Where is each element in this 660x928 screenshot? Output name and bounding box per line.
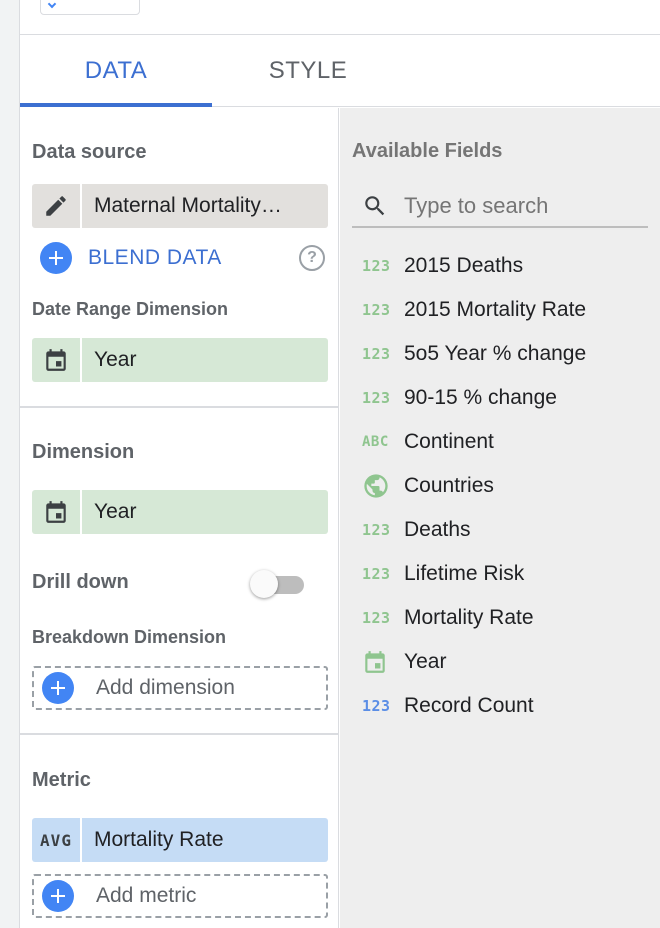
field-item[interactable]: 123 Lifetime Risk	[352, 552, 652, 596]
dimension-label: Dimension	[32, 441, 135, 463]
field-item[interactable]: 123 2015 Mortality Rate	[352, 288, 652, 332]
add-dimension-label: Add dimension	[96, 676, 235, 699]
add-metric-label: Add metric	[96, 884, 197, 907]
field-item[interactable]: 123 Deaths	[352, 508, 652, 552]
field-label: Mortality Rate	[404, 606, 534, 629]
section-divider	[20, 406, 339, 408]
field-search	[352, 186, 648, 228]
tab-data[interactable]: DATA	[20, 35, 212, 107]
field-item[interactable]: 123 2015 Deaths	[352, 244, 652, 288]
field-item[interactable]: Year	[352, 640, 652, 684]
aggregation-label: AVG	[40, 830, 72, 850]
date-range-chip[interactable]: Year	[32, 338, 328, 382]
data-source-chip[interactable]: Maternal Mortality…	[32, 184, 328, 228]
add-circle-icon	[40, 242, 72, 274]
data-source-label: Data source	[32, 141, 147, 163]
checkmark-icon	[47, 0, 57, 9]
number-icon: 123	[362, 389, 391, 407]
number-icon: 123	[362, 697, 391, 715]
field-label: Year	[404, 650, 447, 673]
dimension-chip[interactable]: Year	[32, 490, 328, 534]
field-item[interactable]: Countries	[352, 464, 652, 508]
active-tab-indicator	[20, 103, 212, 107]
number-icon: 123	[362, 609, 391, 627]
globe-icon	[352, 472, 404, 500]
field-label: Deaths	[404, 518, 471, 541]
drill-down-label: Drill down	[32, 571, 129, 593]
blend-data-label: BLEND DATA	[88, 246, 222, 269]
toggle-knob	[250, 570, 278, 598]
aggregation-badge[interactable]: AVG	[32, 818, 82, 862]
metric-field: Mortality Rate	[82, 818, 328, 862]
field-label: 2015 Deaths	[404, 254, 524, 277]
blend-data-button[interactable]: BLEND DATA	[40, 242, 222, 274]
metric-chip[interactable]: AVG Mortality Rate	[32, 818, 328, 862]
available-fields-title: Available Fields	[352, 140, 503, 162]
pencil-icon[interactable]	[32, 184, 82, 228]
field-item[interactable]: 123 Mortality Rate	[352, 596, 652, 640]
number-icon: 123	[362, 521, 391, 539]
field-label: 5o5 Year % change	[404, 342, 587, 365]
date-range-field: Year	[82, 338, 328, 382]
field-item[interactable]: 123 Record Count	[352, 684, 652, 728]
add-circle-icon	[42, 880, 74, 912]
field-item[interactable]: 123 90-15 % change	[352, 376, 652, 420]
field-label: Countries	[404, 474, 494, 497]
field-label: Lifetime Risk	[404, 562, 525, 585]
section-divider	[20, 733, 339, 735]
dimension-field: Year	[82, 490, 328, 534]
add-metric-button[interactable]: Add metric	[32, 874, 328, 918]
date-range-label: Date Range Dimension	[32, 299, 229, 319]
top-control-stub[interactable]	[40, 0, 140, 15]
breakdown-dimension-label: Breakdown Dimension	[32, 627, 227, 647]
left-edge-strip	[0, 0, 20, 928]
number-icon: 123	[362, 345, 391, 363]
calendar-icon	[32, 490, 82, 534]
field-item[interactable]: ABC Continent	[352, 420, 652, 464]
drill-down-toggle[interactable]	[250, 569, 306, 599]
panel-tabs: DATA STYLE	[20, 35, 660, 107]
add-circle-icon	[42, 672, 74, 704]
number-icon: 123	[362, 565, 391, 583]
properties-panel: Data source Maternal Mortality… BLEND DA…	[20, 108, 339, 928]
available-fields-panel: Available Fields 123 2015 Deaths 123 201…	[340, 108, 660, 928]
field-label: Record Count	[404, 694, 534, 717]
metric-label: Metric	[32, 769, 91, 791]
field-label: 90-15 % change	[404, 386, 557, 409]
add-dimension-button[interactable]: Add dimension	[32, 666, 328, 710]
data-source-name: Maternal Mortality…	[82, 184, 328, 228]
available-fields-list: 123 2015 Deaths 123 2015 Mortality Rate …	[352, 244, 652, 728]
field-label: Continent	[404, 430, 494, 453]
field-label: 2015 Mortality Rate	[404, 298, 587, 321]
number-icon: 123	[362, 257, 391, 275]
field-item[interactable]: 123 5o5 Year % change	[352, 332, 652, 376]
search-input[interactable]	[404, 193, 634, 219]
text-type-icon: ABC	[362, 434, 389, 450]
tab-style[interactable]: STYLE	[212, 35, 404, 107]
calendar-icon	[32, 338, 82, 382]
number-icon: 123	[362, 301, 391, 319]
search-icon	[352, 193, 404, 219]
calendar-icon	[352, 649, 404, 675]
help-icon[interactable]: ?	[299, 245, 325, 271]
